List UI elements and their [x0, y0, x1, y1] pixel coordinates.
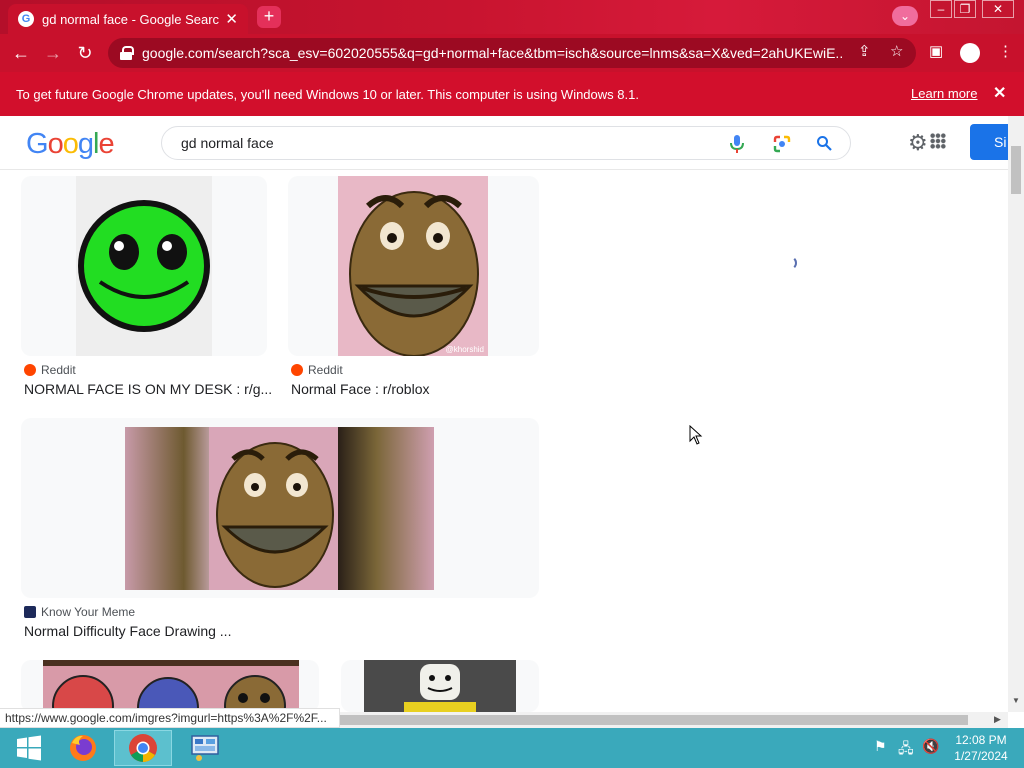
source-name: Reddit [308, 363, 343, 377]
update-infobar: To get future Google Chrome updates, you… [0, 72, 1024, 116]
scrollbar-thumb[interactable] [320, 715, 968, 725]
image-result-card[interactable] [21, 176, 267, 356]
start-button[interactable] [0, 730, 58, 766]
image-result-card[interactable] [341, 660, 539, 712]
scroll-down-arrow-icon[interactable]: ▼ [1012, 696, 1020, 705]
result-image [76, 176, 212, 356]
browser-tab[interactable]: G gd normal face - Google Search ✕ [8, 4, 248, 34]
learn-more-link[interactable]: Learn more [911, 86, 977, 101]
url-text: google.com/search?sca_esv=602020555&q=gd… [142, 45, 842, 61]
potato-face-drawing-image [216, 442, 334, 588]
search-query-text: gd normal face [181, 135, 274, 151]
potato-face-drawing-image [349, 191, 479, 356]
image-result-card[interactable] [21, 660, 319, 712]
link-status-bubble: https://www.google.com/imgres?imgurl=htt… [0, 708, 340, 728]
forward-icon[interactable]: → [42, 42, 64, 64]
navigation-bar: ← → ↻ google.com/search?sca_esv=60202055… [0, 34, 1024, 72]
loading-spinner-icon [783, 256, 797, 270]
new-tab-button[interactable]: + [257, 6, 281, 28]
title-bar: G gd normal face - Google Search ✕ + ⌄ –… [0, 0, 1024, 34]
result-title[interactable]: Normal Difficulty Face Drawing ... [24, 623, 231, 639]
windows-logo-icon [17, 735, 41, 761]
result-image [125, 427, 434, 590]
clock-time: 12:08 PM [955, 733, 1007, 747]
source-name: Know Your Meme [41, 605, 136, 619]
app-taskbar-button[interactable] [176, 730, 234, 766]
network-icon[interactable]: 🖧 [898, 738, 914, 762]
side-panel-icon[interactable]: ▣ [929, 42, 943, 60]
menu-kebab-icon[interactable]: ⋮ [998, 42, 1013, 60]
windows-taskbar: ⚑ 🖧 🔇 12:08 PM 1/27/2024 [0, 728, 1024, 768]
firefox-icon [70, 735, 96, 761]
reddit-icon [24, 364, 36, 376]
result-source[interactable]: Reddit [24, 363, 76, 377]
volume-muted-icon[interactable]: 🔇 [922, 738, 939, 755]
settings-gear-icon[interactable]: ⚙ [908, 130, 928, 156]
profile-avatar-icon[interactable] [960, 43, 980, 63]
tab-title: gd normal face - Google Search [42, 11, 220, 27]
close-window-button[interactable]: ✕ [982, 0, 1014, 18]
back-icon[interactable]: ← [10, 42, 32, 64]
search-input[interactable]: gd normal face [161, 126, 851, 160]
source-name: Reddit [41, 363, 76, 377]
restore-button[interactable]: ❐ [954, 0, 976, 18]
know-your-meme-icon [24, 606, 36, 618]
clock-date: 1/27/2024 [954, 749, 1008, 763]
taskbar-clock[interactable]: 12:08 PM 1/27/2024 [948, 732, 1014, 764]
firefox-taskbar-button[interactable] [54, 730, 112, 766]
search-icon[interactable] [816, 135, 832, 151]
result-image [43, 660, 299, 712]
faces-drawing-image [43, 660, 299, 712]
bookmark-star-icon[interactable]: ☆ [890, 42, 903, 60]
green-face-image [78, 200, 210, 332]
mouse-cursor-icon [689, 425, 703, 445]
lens-search-icon[interactable] [773, 135, 791, 153]
image-result-card[interactable] [21, 418, 539, 598]
control-panel-icon [191, 735, 219, 761]
share-icon[interactable]: ⇪ [858, 42, 871, 60]
lock-icon [120, 46, 134, 60]
address-bar[interactable]: google.com/search?sca_esv=602020555&q=gd… [108, 38, 916, 68]
result-image: @khorshid [338, 176, 488, 356]
infobar-close-icon[interactable]: ✕ [993, 83, 1006, 103]
result-image [364, 660, 516, 712]
result-title[interactable]: Normal Face : r/roblox [291, 381, 429, 397]
reload-icon[interactable]: ↻ [74, 42, 96, 64]
google-favicon-icon: G [18, 11, 34, 27]
scrollbar-thumb[interactable] [1011, 146, 1021, 194]
image-watermark: @khorshid [445, 345, 484, 354]
result-source[interactable]: Know Your Meme [24, 605, 135, 619]
chrome-icon [129, 734, 157, 762]
image-result-card[interactable]: @khorshid [288, 176, 539, 356]
minimize-button[interactable]: – [930, 0, 952, 18]
tab-close-icon[interactable]: ✕ [225, 10, 238, 28]
chrome-taskbar-button[interactable] [114, 730, 172, 766]
action-center-flag-icon[interactable]: ⚑ [874, 738, 887, 755]
roblox-character-image [364, 660, 516, 712]
tab-search-button[interactable]: ⌄ [892, 6, 918, 26]
result-source[interactable]: Reddit [291, 363, 343, 377]
vertical-scrollbar[interactable]: ▼ [1008, 116, 1024, 712]
google-apps-icon[interactable] [930, 133, 946, 149]
result-title[interactable]: NORMAL FACE IS ON MY DESK : r/g... [24, 381, 272, 397]
reddit-icon [291, 364, 303, 376]
scroll-right-arrow-icon[interactable]: ▶ [994, 714, 1001, 725]
google-header: Google gd normal face ⚙ Si [0, 116, 1024, 170]
google-logo[interactable]: Google [26, 128, 115, 161]
infobar-message: To get future Google Chrome updates, you… [16, 86, 639, 102]
voice-search-icon[interactable] [730, 135, 744, 153]
